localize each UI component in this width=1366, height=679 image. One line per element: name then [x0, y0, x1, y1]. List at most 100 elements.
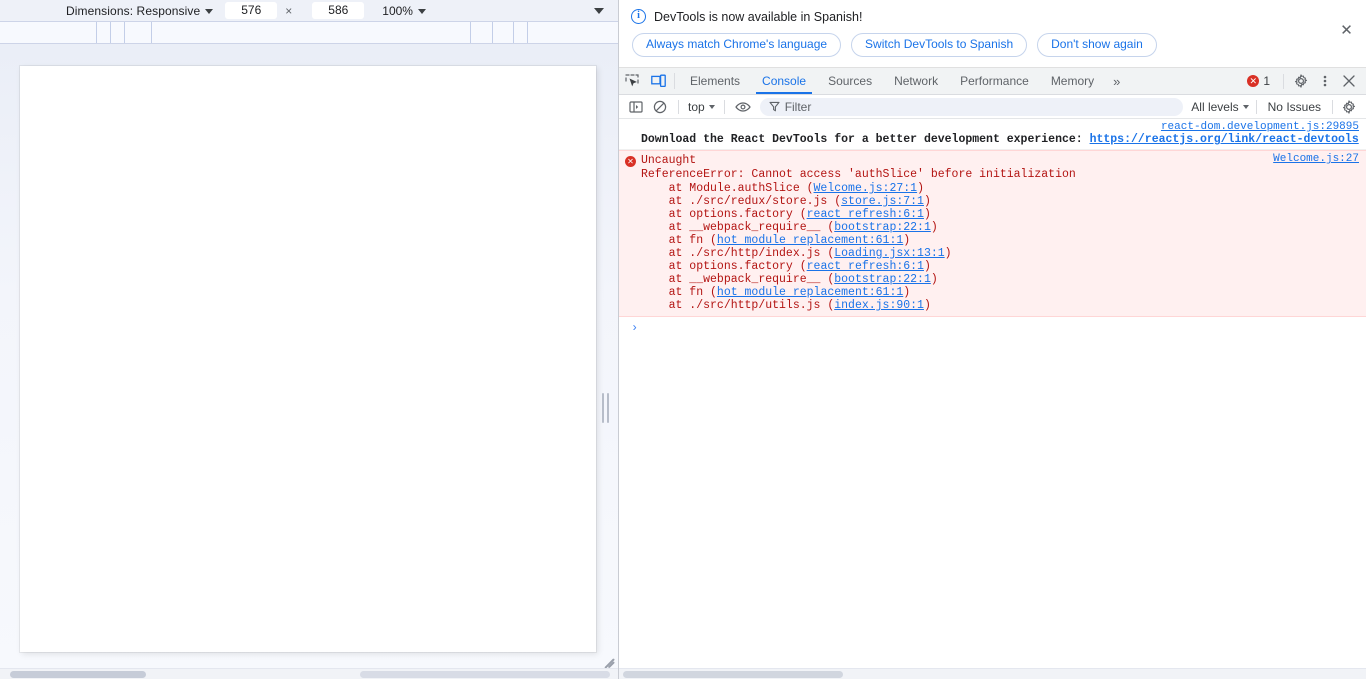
- filter-input[interactable]: Filter: [759, 97, 1184, 116]
- prompt-chevron-icon: ›: [631, 321, 639, 335]
- tab-performance[interactable]: Performance: [949, 68, 1040, 94]
- react-devtools-text: Download the React DevTools for a better…: [641, 133, 1090, 146]
- stack-frame-link[interactable]: hot module replacement:61:1: [717, 286, 903, 299]
- stack-frame-prefix: at ./src/http/index.js (: [641, 247, 835, 260]
- stack-frame-link[interactable]: index.js:90:1: [834, 299, 924, 312]
- toolbar-divider: [1332, 99, 1333, 114]
- always-match-chrome-language-button[interactable]: Always match Chrome's language: [632, 33, 842, 57]
- stack-frame-suffix: ): [944, 247, 952, 260]
- device-pane-horizontal-scrollbar[interactable]: [0, 668, 618, 679]
- stack-frame[interactable]: at __webpack_require__ (bootstrap:22:1): [641, 273, 1366, 286]
- filter-placeholder: Filter: [784, 99, 812, 114]
- stack-frame[interactable]: at Module.authSlice (Welcome.js:27:1): [641, 182, 1366, 195]
- stack-frame-suffix: ): [903, 234, 911, 247]
- toolbar-divider: [678, 99, 679, 114]
- stack-frame-prefix: at options.factory (: [641, 208, 807, 221]
- emulated-page-frame[interactable]: [20, 66, 596, 652]
- console-prompt[interactable]: ›: [619, 317, 1366, 337]
- stack-frame-link[interactable]: Welcome.js:27:1: [814, 182, 918, 195]
- console-message-error[interactable]: Welcome.js:27 ✕ Uncaught ReferenceError:…: [619, 150, 1366, 317]
- stack-frame[interactable]: at __webpack_require__ (bootstrap:22:1): [641, 221, 1366, 234]
- stack-frame-link[interactable]: bootstrap:22:1: [834, 273, 931, 286]
- tab-console[interactable]: Console: [751, 68, 817, 94]
- viewport-corner-resize-handle[interactable]: [600, 648, 615, 668]
- devtools-tabs: Elements Console Sources Network Perform…: [679, 68, 1128, 94]
- height-input[interactable]: 586: [312, 2, 365, 19]
- stack-frame-prefix: at ./src/redux/store.js (: [641, 195, 842, 208]
- language-notification-banner: i DevTools is now available in Spanish! …: [619, 0, 1366, 68]
- error-count: 1: [1263, 74, 1270, 88]
- viewport-width-resize-handle[interactable]: [601, 389, 609, 427]
- zoom-selector[interactable]: 100%: [382, 4, 426, 18]
- stack-frame-suffix: ): [923, 208, 931, 221]
- stack-frame-link[interactable]: react refresh:6:1: [807, 208, 924, 221]
- viewport-ruler: [0, 22, 618, 44]
- zoom-value: 100%: [382, 3, 413, 18]
- stack-frame-prefix: at fn (: [641, 286, 717, 299]
- device-toolbar-icon[interactable]: [645, 68, 671, 94]
- kebab-menu-icon[interactable]: [1314, 70, 1336, 92]
- devtools-panel: i DevTools is now available in Spanish! …: [619, 0, 1366, 679]
- stack-frame-link[interactable]: store.js:7:1: [841, 195, 924, 208]
- stack-frame-suffix: ): [923, 260, 931, 273]
- chevron-down-icon: [594, 8, 604, 15]
- stack-frame-prefix: at __webpack_require__ (: [641, 221, 835, 234]
- tab-sources[interactable]: Sources: [817, 68, 883, 94]
- dont-show-again-button[interactable]: Don't show again: [1037, 33, 1157, 57]
- stack-frame-link[interactable]: react refresh:6:1: [807, 260, 924, 273]
- tab-memory[interactable]: Memory: [1040, 68, 1105, 94]
- tab-network[interactable]: Network: [883, 68, 949, 94]
- stack-frame-link[interactable]: Loading.jsx:13:1: [834, 247, 944, 260]
- more-tabs-button[interactable]: »: [1105, 68, 1128, 94]
- inspect-element-icon[interactable]: [619, 68, 645, 94]
- console-message-info[interactable]: react-dom.development.js:29895 Download …: [619, 119, 1366, 150]
- stack-frame[interactable]: at options.factory (react refresh:6:1): [641, 208, 1366, 221]
- device-toolbar: Dimensions: Responsive 576 × 586 100%: [0, 0, 618, 22]
- tab-elements[interactable]: Elements: [679, 68, 751, 94]
- width-input[interactable]: 576: [225, 2, 278, 19]
- devtools-tabbar: Elements Console Sources Network Perform…: [619, 68, 1366, 95]
- log-level-label: All levels: [1191, 99, 1239, 114]
- gear-icon[interactable]: [1338, 96, 1360, 118]
- device-toolbar-overflow-button[interactable]: [594, 4, 604, 18]
- stack-frame[interactable]: at ./src/http/index.js (Loading.jsx:13:1…: [641, 247, 1366, 260]
- banner-message: DevTools is now available in Spanish!: [654, 9, 863, 24]
- stack-frame[interactable]: at fn (hot module replacement:61:1): [641, 234, 1366, 247]
- message-source-link[interactable]: react-dom.development.js:29895: [1161, 121, 1359, 133]
- scrollbar-thumb[interactable]: [623, 671, 843, 678]
- dimension-separator: ×: [285, 3, 293, 18]
- console-message-list[interactable]: react-dom.development.js:29895 Download …: [619, 119, 1366, 668]
- switch-devtools-to-spanish-button[interactable]: Switch DevTools to Spanish: [851, 33, 1028, 57]
- react-devtools-link[interactable]: https://reactjs.org/link/react-devtools: [1090, 133, 1359, 146]
- stack-frame-prefix: at Module.authSlice (: [641, 182, 814, 195]
- console-context-label: top: [688, 99, 705, 114]
- chevron-down-icon: [205, 8, 214, 14]
- toolbar-divider: [1255, 99, 1257, 114]
- stack-frame[interactable]: at fn (hot module replacement:61:1): [641, 286, 1366, 299]
- stack-frame-link[interactable]: hot module replacement:61:1: [717, 234, 903, 247]
- gear-icon[interactable]: [1290, 70, 1312, 92]
- issues-status[interactable]: No Issues: [1262, 100, 1327, 114]
- error-circle-icon: ✕: [1247, 75, 1260, 87]
- dimensions-selector[interactable]: Dimensions: Responsive: [66, 4, 214, 18]
- tabbar-divider: [1283, 73, 1284, 89]
- scrollbar-thumb[interactable]: [10, 671, 146, 678]
- stack-frame-prefix: at ./src/http/utils.js (: [641, 299, 835, 312]
- close-icon[interactable]: [1338, 70, 1360, 92]
- console-sidebar-icon[interactable]: [625, 96, 647, 118]
- log-level-selector[interactable]: All levels: [1189, 100, 1250, 114]
- stack-frame-prefix: at fn (: [641, 234, 717, 247]
- console-context-selector[interactable]: top: [686, 100, 717, 114]
- stack-frame-link[interactable]: bootstrap:22:1: [834, 221, 931, 234]
- stack-frame[interactable]: at options.factory (react refresh:6:1): [641, 260, 1366, 273]
- scrollbar-thumb[interactable]: [360, 671, 610, 678]
- devtools-horizontal-scrollbar[interactable]: [619, 668, 1366, 679]
- error-count-badge[interactable]: ✕ 1: [1243, 74, 1277, 88]
- clear-console-icon[interactable]: [649, 96, 671, 118]
- close-icon[interactable]: ✕: [1338, 22, 1355, 39]
- live-expression-icon[interactable]: [732, 96, 754, 118]
- stack-frame[interactable]: at ./src/http/utils.js (index.js:90:1): [641, 299, 1366, 312]
- stack-frame[interactable]: at ./src/redux/store.js (store.js:7:1): [641, 195, 1366, 208]
- tabbar-actions: ✕ 1: [1243, 68, 1366, 94]
- message-source-link[interactable]: Welcome.js:27: [1273, 153, 1359, 165]
